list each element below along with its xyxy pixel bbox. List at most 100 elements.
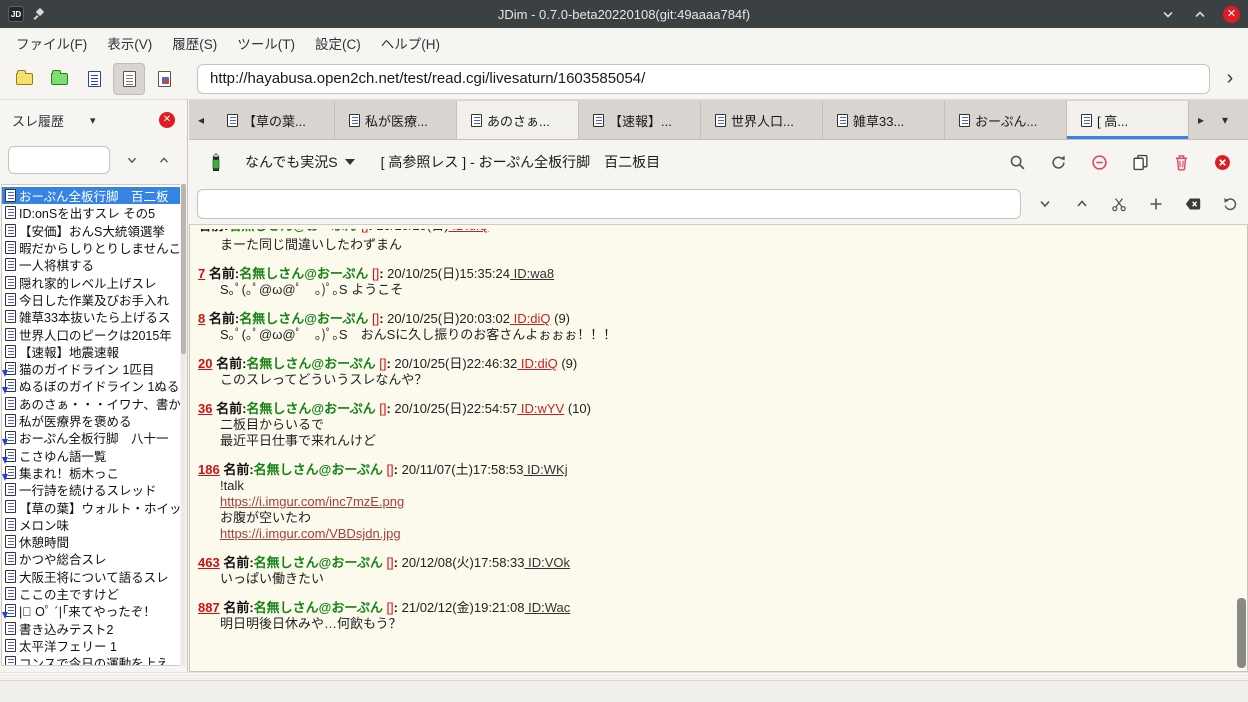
thread-tab[interactable]: [ 高...	[1067, 101, 1189, 139]
sidebar-thread-item[interactable]: 【安価】おんS大統領選挙	[2, 222, 180, 239]
sidebar-thread-item[interactable]: あのさぁ・・・イワナ、書かな	[2, 395, 180, 412]
post-id-link[interactable]: ID:diQ	[517, 356, 557, 371]
sidebar-thread-item[interactable]: おーぷん全板行脚 八十一	[2, 429, 180, 446]
stop-button[interactable]	[1089, 152, 1109, 172]
sidebar-thread-item[interactable]: 雑草33本抜いたら上げるス	[2, 308, 180, 325]
sidebar-thread-item[interactable]: 集まれ！栃木っこ	[2, 464, 180, 481]
sidebar-thread-item[interactable]: 書き込みテスト2	[2, 619, 180, 636]
sidebar-thread-item[interactable]: ID:onSを出すスレ その5	[2, 204, 180, 221]
pane-resize-handle[interactable]	[0, 672, 1248, 680]
thread-list-view-button[interactable]	[78, 63, 110, 95]
extract-input[interactable]	[197, 189, 1021, 219]
board-list-button[interactable]	[8, 63, 40, 95]
minimize-button[interactable]	[1159, 5, 1177, 23]
sidebar-thread-item[interactable]: 今日した作業及びお手入れ	[2, 291, 180, 308]
post-id-link[interactable]: ID:Wac	[525, 600, 571, 615]
menubar-item[interactable]: ツール(T)	[227, 29, 305, 57]
post-number-link[interactable]: 186	[198, 462, 220, 477]
undo-button[interactable]	[1220, 194, 1240, 214]
thread-view-button[interactable]	[113, 63, 145, 95]
post-id-link[interactable]: ID:wa8	[510, 266, 554, 281]
url-input[interactable]	[197, 64, 1210, 94]
post-id-link[interactable]: ID:wYV	[517, 401, 564, 416]
write-post-button[interactable]	[201, 147, 231, 177]
sidebar-thread-item[interactable]: こさゆん語一覧	[2, 446, 180, 463]
sidebar-scrollbar[interactable]	[181, 184, 186, 666]
menubar-item[interactable]: ヘルプ(H)	[371, 29, 450, 57]
sidebar-thread-item[interactable]: ここの主ですけど	[2, 585, 180, 602]
post-number-link[interactable]: 20	[198, 356, 212, 371]
sidebar-thread-item[interactable]: 隠れ家的レベル上げスレ	[2, 273, 180, 290]
post-name: 名無しさん@おーぷん	[254, 462, 383, 477]
sidebar-thread-item[interactable]: |ﾟ Oﾟ ´|｢来てやったぞ！	[2, 602, 180, 619]
sidebar-thread-item[interactable]: 休憩時間	[2, 533, 180, 550]
search-down-button[interactable]	[122, 150, 142, 170]
post-number-link[interactable]: 36	[198, 401, 212, 416]
sidebar-thread-item[interactable]: 暇だからしりとりしませんこ	[2, 239, 180, 256]
thread-title-label: 【草の葉】ウォルト・ホイット	[19, 498, 180, 515]
thread-tab[interactable]: 私が医療...	[335, 101, 457, 139]
sidebar-thread-item[interactable]: 猫のガイドライン 1匹目	[2, 360, 180, 377]
sidebar-search-input[interactable]	[8, 146, 110, 174]
tabs-scroll-right-icon[interactable]: ▸	[1189, 101, 1213, 139]
delete-button[interactable]	[1171, 152, 1191, 172]
sidebar-thread-item[interactable]: 太平洋フェリー 1	[2, 637, 180, 654]
post-link[interactable]: https://i.imgur.com/VBDsjdn.jpg	[220, 526, 401, 541]
search-up-button[interactable]	[154, 150, 174, 170]
board-selector[interactable]: なんでも実況S	[245, 152, 355, 172]
post-id-link[interactable]: ID:diQ	[510, 311, 550, 326]
extract-scissors-button[interactable]	[1109, 194, 1129, 214]
sidebar-thread-item[interactable]: 世界人口のピークは2015年	[2, 325, 180, 342]
content-scrollbar-thumb[interactable]	[1237, 598, 1246, 668]
sidebar-thread-item[interactable]: メロン味	[2, 516, 180, 533]
sidebar-thread-item[interactable]: 一人将棋する	[2, 256, 180, 273]
menubar-item[interactable]: 表示(V)	[97, 29, 162, 57]
sidebar-dropdown-icon[interactable]: ▾	[90, 114, 96, 127]
reload-button[interactable]	[1048, 152, 1068, 172]
post-number-link[interactable]: 463	[198, 555, 220, 570]
menubar-item[interactable]: 履歴(S)	[162, 29, 227, 57]
sidebar-thread-item[interactable]: 大阪王将について語るスレ	[2, 568, 180, 585]
thread-tab[interactable]: 世界人口...	[701, 101, 823, 139]
jump-down-button[interactable]	[1035, 194, 1055, 214]
close-tab-button[interactable]	[1212, 152, 1232, 172]
menubar-item[interactable]: 設定(C)	[305, 29, 371, 57]
statusbar	[0, 680, 1248, 702]
search-button[interactable]	[1007, 152, 1027, 172]
sidebar-thread-item[interactable]: 私が医療界を褒める	[2, 412, 180, 429]
post-link[interactable]: https://i.imgur.com/inc7mzE.png	[220, 494, 404, 509]
close-window-button[interactable]: ✕	[1223, 6, 1240, 23]
favorites-button[interactable]	[43, 63, 75, 95]
sidebar-thread-item[interactable]: かつや総合スレ	[2, 550, 180, 567]
sidebar-thread-item[interactable]: コンスで今日の運動を上え	[2, 654, 180, 666]
sidebar-thread-item[interactable]: 一行詩を続けるスレッド	[2, 481, 180, 498]
sidebar-thread-item[interactable]: ぬるぼのガイドライン 1ぬる	[2, 377, 180, 394]
thread-tab[interactable]: 雑草33...	[823, 101, 945, 139]
toolbar-overflow-icon[interactable]: ›	[1220, 67, 1240, 90]
thread-tab[interactable]: 【草の葉...	[213, 101, 335, 139]
add-button[interactable]	[1146, 194, 1166, 214]
thread-tab[interactable]: おーぷん...	[945, 101, 1067, 139]
copy-button[interactable]	[1130, 152, 1150, 172]
thread-title-label: 太平洋フェリー 1	[19, 637, 117, 654]
thread-tab[interactable]: 【速報】...	[579, 101, 701, 139]
tabs-menu-icon[interactable]: ▾	[1213, 101, 1237, 139]
tabs-scroll-left-icon[interactable]: ◂	[189, 101, 213, 139]
sidebar-thread-item[interactable]: 【速報】地震速報	[2, 343, 180, 360]
post-id-link[interactable]: ID:VOk	[525, 555, 571, 570]
post-id-link[interactable]: ID:diQ	[449, 229, 489, 233]
clear-backspace-button[interactable]	[1183, 194, 1203, 214]
image-view-button[interactable]	[148, 63, 180, 95]
sidebar-thread-item[interactable]: おーぷん全板行脚 百二板	[2, 187, 180, 204]
maximize-button[interactable]	[1191, 5, 1209, 23]
menubar-item[interactable]: ファイル(F)	[6, 29, 97, 57]
post-name-label: 名前:	[220, 600, 254, 615]
post-name: 名無しさん@おーぷん	[254, 555, 383, 570]
sidebar-thread-item[interactable]: 【草の葉】ウォルト・ホイット	[2, 498, 180, 515]
thread-title-label: 暇だからしりとりしませんこ	[19, 239, 180, 256]
sidebar-close-button[interactable]: ✕	[159, 112, 175, 128]
post-number-link[interactable]: 887	[198, 600, 220, 615]
thread-tab[interactable]: あのさぁ...	[457, 101, 579, 139]
jump-up-button[interactable]	[1072, 194, 1092, 214]
post-id-link[interactable]: ID:WKj	[524, 462, 568, 477]
